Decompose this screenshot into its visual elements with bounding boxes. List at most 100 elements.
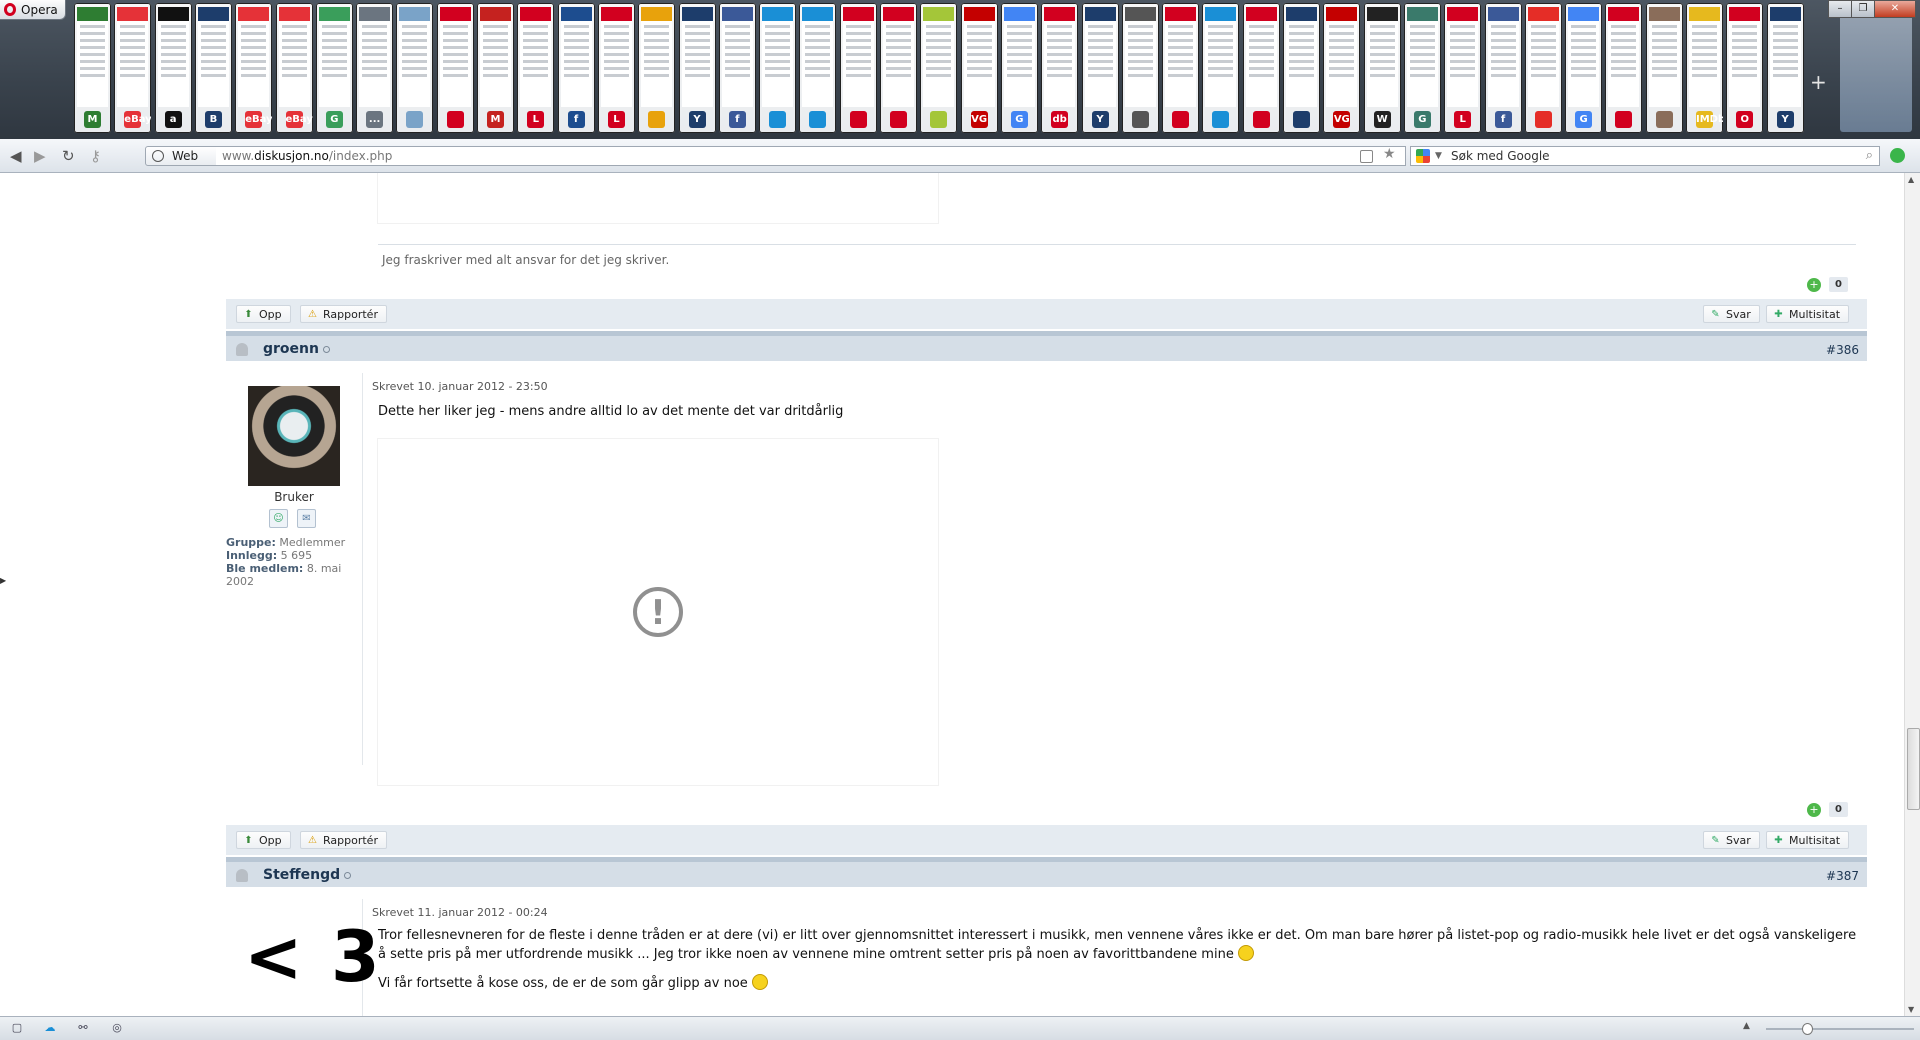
panel-toggle-icon[interactable]: ▢: [10, 1021, 24, 1035]
post-author-link[interactable]: Steffengd: [263, 867, 352, 883]
tab-thumbnail[interactable]: [799, 3, 837, 133]
scroll-up-icon[interactable]: ▲: [1908, 175, 1914, 184]
tab-thumbnail[interactable]: Y: [1766, 3, 1804, 133]
post-number-link[interactable]: #387: [1826, 869, 1859, 883]
post-timestamp: Skrevet 11. januar 2012 - 00:24: [372, 906, 548, 919]
post-author-link[interactable]: groenn: [263, 341, 330, 357]
back-icon[interactable]: ◀: [10, 147, 22, 165]
panel-toggle-icon[interactable]: ▶: [0, 576, 6, 585]
tab-thumbnail[interactable]: f: [557, 3, 595, 133]
tab-thumbnail[interactable]: db: [1041, 3, 1079, 133]
tab-thumbnail[interactable]: G: [1000, 3, 1038, 133]
tab-thumbnail[interactable]: [839, 3, 877, 133]
tab-thumbnail[interactable]: [1121, 3, 1159, 133]
add-friend-icon[interactable]: ☺: [269, 509, 288, 528]
opera-menu-button[interactable]: Opera: [0, 0, 66, 20]
speed-dial-icon[interactable]: ◎: [110, 1021, 124, 1035]
vertical-scrollbar[interactable]: ▲ ▼: [1904, 173, 1920, 1016]
report-button[interactable]: ⚠ Rapportér: [300, 305, 387, 323]
tab-thumbnail[interactable]: ...: [356, 3, 394, 133]
post-number-link[interactable]: #386: [1826, 343, 1859, 357]
tab-thumbnail[interactable]: f: [718, 3, 756, 133]
tab-thumbnail[interactable]: L: [1444, 3, 1482, 133]
zoom-arrow-icon[interactable]: ▲: [1743, 1021, 1750, 1031]
tab-thumbnail[interactable]: [1524, 3, 1562, 133]
tab-thumbnail[interactable]: B: [194, 3, 232, 133]
tab-thumbnail[interactable]: [1162, 3, 1200, 133]
tab-thumbnail[interactable]: M: [477, 3, 514, 133]
chevron-down-icon[interactable]: ▼: [1435, 147, 1442, 165]
close-icon[interactable]: ✕: [1874, 0, 1916, 18]
tab-thumbnail[interactable]: G: [1565, 3, 1603, 133]
search-icon[interactable]: ⌕: [1866, 147, 1873, 165]
tab-thumbnail[interactable]: [436, 3, 474, 133]
scrollbar-thumb[interactable]: [1907, 728, 1920, 810]
report-button[interactable]: ⚠ Rapportér: [300, 831, 387, 849]
tab-thumbnail[interactable]: VG: [1323, 3, 1361, 133]
scroll-down-icon[interactable]: ▼: [1908, 1005, 1914, 1014]
minimize-icon[interactable]: –: [1828, 0, 1852, 18]
trash-panel[interactable]: [1840, 12, 1912, 132]
forward-icon[interactable]: ▶: [34, 147, 46, 165]
key-icon[interactable]: ⚷: [90, 147, 101, 165]
tab-page-preview: [1608, 7, 1640, 107]
plus-rep-icon[interactable]: +: [1807, 802, 1821, 817]
tab-thumbnail[interactable]: [880, 3, 917, 133]
message-icon[interactable]: ✉: [297, 509, 316, 528]
tab-favicon-icon: eBay: [245, 111, 272, 128]
turbo-icon[interactable]: [1890, 148, 1905, 163]
up-button[interactable]: ⬆ Opp: [236, 305, 291, 323]
tab-favicon-icon: [809, 111, 827, 128]
tab-thumbnail[interactable]: M: [74, 3, 111, 133]
bookmark-star-icon[interactable]: ★: [1383, 146, 1396, 162]
user-rank: Bruker: [274, 490, 314, 504]
multiquote-button[interactable]: ✚ Multisitat: [1766, 305, 1850, 323]
tab-page-preview: [197, 7, 229, 107]
reply-button[interactable]: ✎ Svar: [1703, 305, 1760, 323]
tab-thumbnail[interactable]: W: [1363, 3, 1401, 133]
zoom-knob[interactable]: [1802, 1023, 1813, 1035]
embedded-media[interactable]: !: [378, 439, 938, 785]
tab-thumbnail[interactable]: a: [154, 3, 192, 133]
unite-icon[interactable]: ⚯: [76, 1021, 90, 1035]
zoom-slider[interactable]: [1766, 1023, 1914, 1035]
tab-thumbnail[interactable]: eBay: [235, 3, 273, 133]
multiquote-button[interactable]: ✚ Multisitat: [1766, 831, 1850, 849]
site-badge[interactable]: Web: [145, 146, 217, 166]
rss-icon[interactable]: [1360, 150, 1373, 163]
tab-thumbnail[interactable]: Y: [1081, 3, 1119, 133]
tab-thumbnail[interactable]: G: [1403, 3, 1441, 133]
plus-rep-icon[interactable]: +: [1807, 277, 1821, 292]
tab-thumbnail[interactable]: [638, 3, 676, 133]
google-icon[interactable]: [1416, 149, 1430, 163]
tab-thumbnail[interactable]: eBay: [275, 3, 313, 133]
tab-thumbnail[interactable]: [920, 3, 958, 133]
tab-thumbnail[interactable]: eBay: [114, 3, 152, 133]
tab-thumbnail[interactable]: VG: [960, 3, 998, 133]
status-dot-icon: [344, 871, 352, 879]
tab-thumbnail[interactable]: [396, 3, 434, 133]
tab-thumbnail[interactable]: f: [1484, 3, 1522, 133]
tab-thumbnail[interactable]: O: [1726, 3, 1764, 133]
tab-thumbnail[interactable]: Y: [678, 3, 716, 133]
tab-thumbnail[interactable]: [1645, 3, 1683, 133]
tab-thumbnail[interactable]: [759, 3, 797, 133]
up-button[interactable]: ⬆ Opp: [236, 831, 291, 849]
tab-thumbnail[interactable]: [1605, 3, 1643, 133]
reply-button[interactable]: ✎ Svar: [1703, 831, 1760, 849]
tab-thumbnail[interactable]: [1242, 3, 1280, 133]
url-field[interactable]: www.diskusjon.no/index.php: [216, 146, 1406, 166]
tab-thumbnail[interactable]: G: [315, 3, 353, 133]
reload-icon[interactable]: ↻: [62, 147, 75, 165]
new-tab-button[interactable]: +: [1810, 70, 1827, 94]
tab-thumbnail[interactable]: IMDb: [1686, 3, 1723, 133]
cloud-icon[interactable]: ☁: [43, 1021, 57, 1035]
tab-thumbnail[interactable]: L: [597, 3, 635, 133]
tab-thumbnail[interactable]: [1283, 3, 1320, 133]
tab-thumbnail[interactable]: [1202, 3, 1240, 133]
avatar[interactable]: [248, 386, 340, 486]
search-field[interactable]: ▼ Søk med Google ⌕: [1410, 146, 1880, 166]
avatar[interactable]: < 3: [244, 916, 382, 998]
tab-thumbnail[interactable]: L: [517, 3, 555, 133]
restore-icon[interactable]: ❐: [1851, 0, 1875, 18]
